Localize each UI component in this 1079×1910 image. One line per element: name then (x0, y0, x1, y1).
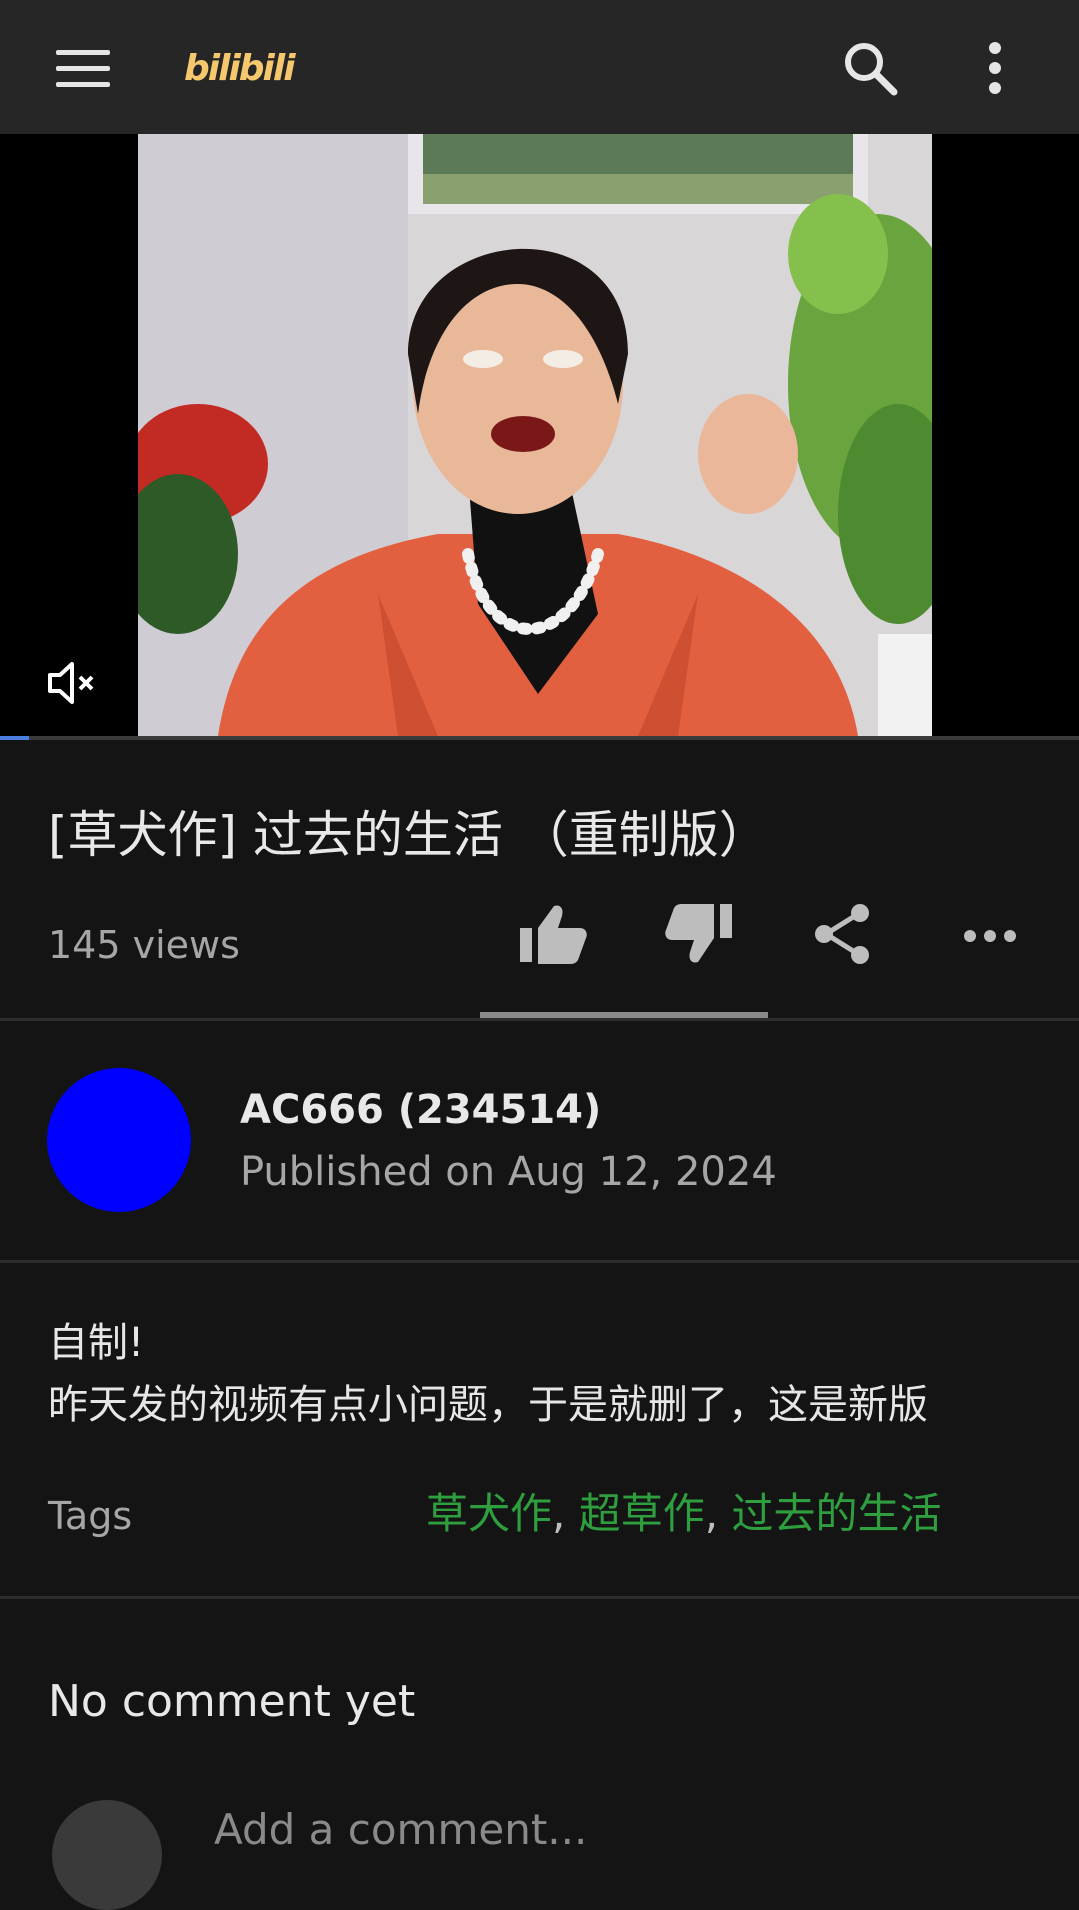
volume-muted-icon[interactable] (46, 658, 102, 708)
tag-link[interactable]: 超草作 (579, 1489, 705, 1538)
search-icon[interactable] (840, 38, 902, 100)
video-title: [草犬作] 过去的生活 （重制版） (48, 806, 769, 864)
comment-input[interactable]: Add a comment... (214, 1800, 587, 1860)
divider (0, 1596, 1079, 1599)
bilibili-logo[interactable]: bilibili (184, 44, 296, 94)
more-actions-button[interactable] (948, 898, 1028, 968)
tag-separator: , (704, 1489, 732, 1538)
divider (0, 1260, 1079, 1263)
tag-link[interactable]: 过去的生活 (731, 1489, 941, 1538)
tag-list: 草犬作, 超草作, 过去的生活 (426, 1486, 941, 1542)
comment-user-avatar (52, 1800, 162, 1910)
uploader-name[interactable]: AC666 (234514) (240, 1082, 601, 1138)
publish-date: Published on Aug 12, 2024 (240, 1149, 777, 1195)
video-description: 自制! 昨天发的视频有点小问题，于是就删了，这是新版 (48, 1312, 928, 1436)
video-player[interactable] (0, 134, 1079, 740)
top-app-bar: bilibili (0, 0, 1079, 134)
dislike-button[interactable] (656, 898, 736, 968)
tag-separator: , (552, 1489, 579, 1538)
description-line: 昨天发的视频有点小问题，于是就删了，这是新版 (48, 1382, 928, 1428)
share-button[interactable] (800, 898, 880, 968)
more-vert-icon[interactable] (980, 38, 1010, 100)
thumbs-down-icon (665, 904, 732, 963)
description-line: 自制! (48, 1320, 145, 1366)
thumbs-up-icon (520, 905, 587, 964)
divider (0, 1018, 1079, 1021)
progress-fill (0, 736, 30, 740)
view-count: 145 views (48, 923, 240, 967)
like-button[interactable] (510, 898, 590, 968)
menu-icon[interactable] (52, 44, 114, 92)
no-comment-text: No comment yet (48, 1676, 416, 1727)
progress-bar[interactable] (0, 736, 1079, 740)
share-icon (815, 904, 869, 964)
tags-label: Tags (48, 1494, 133, 1538)
tag-link[interactable]: 草犬作 (426, 1489, 552, 1538)
more-horiz-icon (964, 930, 1016, 942)
uploader-avatar[interactable] (47, 1068, 191, 1212)
video-frame[interactable] (138, 134, 932, 736)
